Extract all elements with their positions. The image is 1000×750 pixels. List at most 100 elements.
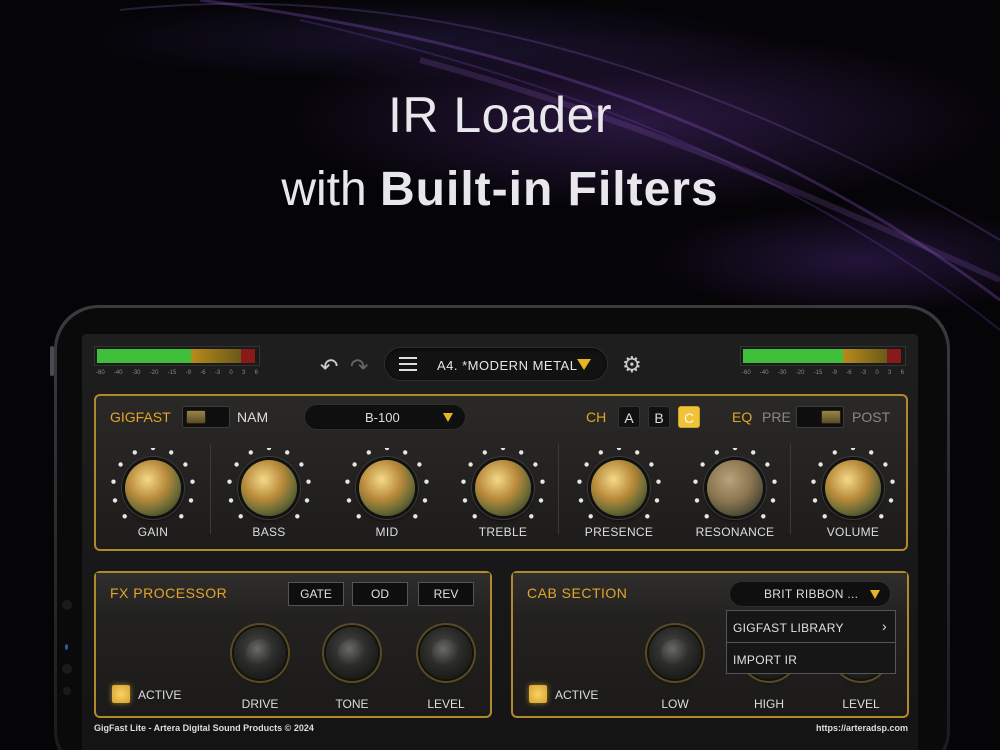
meter-tick-label: -6	[200, 370, 206, 376]
amp-panel: GIGFAST NAM B-100 CH A B C EQ PRE POST G…	[94, 394, 908, 551]
eq-label: EQ	[732, 409, 753, 425]
low-knob[interactable]: LOW	[635, 625, 715, 717]
presence-knob[interactable]: PRESENCE	[564, 448, 674, 548]
mid-label: MID	[375, 525, 399, 539]
cab-active-toggle[interactable]	[529, 685, 547, 703]
meter-tick-label: -30	[131, 370, 141, 376]
tablet-side-button	[50, 346, 54, 376]
menu-icon[interactable]	[399, 357, 417, 371]
chevron-right-icon: ›	[882, 618, 887, 634]
meter-tick-label: -15	[167, 370, 177, 376]
volume-knob[interactable]: VOLUME	[798, 448, 908, 548]
drive-knob[interactable]: DRIVE	[220, 625, 300, 717]
fx-level-label: LEVEL	[427, 697, 465, 711]
preset-dropdown-arrow-icon[interactable]	[577, 359, 591, 370]
meter-tick-label: -3	[214, 370, 221, 376]
channel-b-button[interactable]: B	[648, 406, 670, 428]
meter-tick-label: -60	[96, 370, 105, 376]
treble-knob[interactable]: TREBLE	[448, 448, 558, 548]
divider	[790, 444, 791, 534]
cab-level-label: LEVEL	[842, 697, 880, 711]
meter-tick-label: -3	[860, 370, 867, 376]
knob-face	[241, 460, 297, 516]
tone-knob[interactable]: TONE	[312, 625, 392, 717]
bass-knob[interactable]: BASS	[214, 448, 324, 548]
dropdown-item-gigfast-library[interactable]: GIGFAST LIBRARY ›	[727, 611, 895, 642]
eq-post-label: POST	[852, 409, 891, 425]
channel-c-button[interactable]: C	[678, 406, 700, 428]
drive-label: DRIVE	[241, 697, 279, 711]
channel-a-button[interactable]: A	[618, 406, 640, 428]
treble-label: TREBLE	[478, 525, 528, 539]
nam-label: NAM	[237, 409, 269, 425]
resonance-knob[interactable]: RESONANCE	[680, 448, 790, 548]
meter-tick-label: 6	[254, 370, 258, 376]
resonance-label: RESONANCE	[695, 525, 775, 539]
eq-pre-post-toggle[interactable]	[796, 406, 844, 428]
gigfast-nam-toggle[interactable]	[182, 406, 230, 428]
knob-face	[359, 460, 415, 516]
gear-icon[interactable]: ⚙	[622, 352, 642, 378]
fx-processor-title: FX PROCESSOR	[110, 585, 228, 601]
amp-model-value: B-100	[365, 410, 400, 425]
fx-processor-panel: FX PROCESSOR GATE OD REV ACTIVE DRIVE TO…	[94, 571, 492, 718]
gigfast-library-label: GIGFAST LIBRARY	[733, 621, 844, 635]
dropdown-item-import-ir[interactable]: IMPORT IR	[727, 643, 895, 674]
amp-model-select[interactable]: B-100	[304, 404, 466, 430]
tablet-indicator	[65, 644, 68, 650]
preset-name: A4. *MODERN METAL	[437, 358, 578, 373]
gain-knob[interactable]: GAIN	[98, 448, 208, 548]
meter-tick-label: 3	[887, 370, 892, 376]
meter-tick-label: 0	[875, 370, 879, 376]
meter-tick-label: -15	[813, 370, 823, 376]
gate-button[interactable]: GATE	[288, 582, 344, 606]
cab-active-label: ACTIVE	[555, 688, 599, 702]
knob-face	[591, 460, 647, 516]
cab-section-panel: CAB SECTION BRIT RIBBON ... ACTIVE LOW H…	[511, 571, 909, 718]
divider	[558, 444, 559, 534]
chevron-down-icon	[870, 590, 880, 599]
input-meter-scale: -60 -40 -30 -20 -15 -9 -6 -3 0 3 6	[96, 370, 258, 376]
output-meter-fill	[743, 349, 901, 363]
headline-line-1: IR Loader	[387, 87, 613, 143]
meter-tick-label: 0	[229, 370, 233, 376]
footer-link[interactable]: https://arteradsp.com	[816, 723, 908, 733]
fx-active-toggle[interactable]	[112, 685, 130, 703]
eq-pre-label: PRE	[762, 409, 791, 425]
output-meter: -60 -40 -30 -20 -15 -9 -6 -3 0 3 6	[740, 346, 906, 382]
knob-face	[475, 460, 531, 516]
rev-button[interactable]: REV	[418, 582, 474, 606]
knob-face	[125, 460, 181, 516]
import-ir-label: IMPORT IR	[733, 653, 798, 667]
tone-label: TONE	[335, 697, 369, 711]
meter-tick-label: -40	[759, 370, 769, 376]
tablet-sensor	[62, 664, 72, 674]
tablet-sensor	[63, 687, 71, 695]
chevron-down-icon	[443, 413, 453, 422]
undo-icon[interactable]: ↶	[320, 354, 338, 380]
meter-tick-label: -9	[185, 370, 191, 376]
meter-tick-label: -6	[846, 370, 852, 376]
tablet-camera	[62, 600, 72, 610]
fx-level-knob[interactable]: LEVEL	[406, 625, 486, 717]
headline-line-2-bold: Built-in Filters	[380, 163, 719, 216]
preset-selector[interactable]: A4. *MODERN METAL	[384, 347, 608, 381]
redo-icon[interactable]: ↷	[350, 354, 368, 380]
meter-tick-label: -60	[742, 370, 751, 376]
divider	[210, 444, 211, 534]
meter-tick-label: -30	[777, 370, 787, 376]
input-meter: -60 -40 -30 -20 -15 -9 -6 -3 0 3 6	[94, 346, 260, 382]
low-label: LOW	[661, 697, 689, 711]
app-screen: -60 -40 -30 -20 -15 -9 -6 -3 0 3 6 ↶ ↷ A4. *MODERN…	[82, 334, 918, 750]
gigfast-label: GIGFAST	[110, 409, 171, 425]
meter-tick-label: -9	[831, 370, 837, 376]
od-button[interactable]: OD	[352, 582, 408, 606]
meter-tick-label: -40	[113, 370, 123, 376]
meter-tick-label: 3	[241, 370, 246, 376]
knob-face	[825, 460, 881, 516]
mid-knob[interactable]: MID	[332, 448, 442, 548]
meter-tick-label: -20	[795, 370, 805, 376]
cab-ir-select[interactable]: BRIT RIBBON ...	[729, 581, 891, 607]
headline-line-2: with Built-in Filters	[0, 162, 1000, 217]
presence-label: PRESENCE	[584, 525, 654, 539]
